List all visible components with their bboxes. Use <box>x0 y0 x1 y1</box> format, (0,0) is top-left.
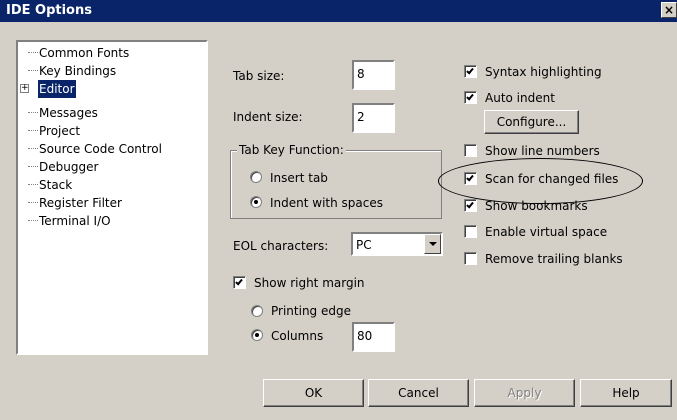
show-right-margin-checkbox[interactable] <box>233 276 246 289</box>
remove-trailing-blanks-label[interactable]: Remove trailing blanks <box>485 252 623 266</box>
tree-item-label: Key Bindings <box>39 64 117 78</box>
chevron-down-icon[interactable] <box>424 234 441 254</box>
ok-button[interactable]: OK <box>263 379 364 407</box>
scan-for-changed-files-label[interactable]: Scan for changed files <box>485 172 618 186</box>
check-icon <box>466 173 474 182</box>
tree-item-editor[interactable]: + Editor <box>18 80 204 98</box>
auto-indent-checkbox[interactable] <box>464 91 477 104</box>
show-bookmarks-label[interactable]: Show bookmarks <box>485 199 588 213</box>
insert-tab-label[interactable]: Insert tab <box>270 171 328 185</box>
scan-for-changed-files-checkbox[interactable] <box>464 172 477 185</box>
eol-characters-select[interactable]: PC <box>351 232 443 256</box>
configure-button[interactable]: Configure... <box>484 110 579 134</box>
configure-button-label: Configure... <box>496 115 567 129</box>
expand-icon[interactable]: + <box>20 84 29 93</box>
tab-size-label: Tab size: <box>233 69 285 83</box>
indent-with-spaces-radio[interactable] <box>250 196 262 208</box>
enable-virtual-space-checkbox[interactable] <box>464 225 477 238</box>
radio-selected-dot <box>254 200 258 204</box>
options-tree[interactable]: Common Fonts Key Bindings + Editor Messa… <box>16 40 208 355</box>
columns-radio[interactable] <box>251 329 263 341</box>
tree-item-project[interactable]: Project <box>18 122 204 140</box>
syntax-highlighting-checkbox[interactable] <box>464 65 477 78</box>
tree-connector <box>28 220 38 221</box>
tree-item-stack[interactable]: Stack <box>18 176 204 194</box>
show-right-margin-label[interactable]: Show right margin <box>254 276 365 290</box>
indent-size-input[interactable]: 2 <box>352 103 395 133</box>
tree-connector <box>28 202 38 203</box>
help-button[interactable]: Help <box>580 379 672 407</box>
check-icon <box>466 66 474 75</box>
close-button[interactable]: × <box>661 2 677 18</box>
syntax-highlighting-label[interactable]: Syntax highlighting <box>485 65 602 79</box>
printing-edge-label[interactable]: Printing edge <box>271 304 351 318</box>
cancel-button[interactable]: Cancel <box>368 379 469 407</box>
tree-item-label: Common Fonts <box>39 46 130 60</box>
tree-item-label: Stack <box>39 178 73 192</box>
tree-item-label: Terminal I/O <box>39 214 111 228</box>
tree-connector <box>28 70 38 71</box>
columns-input[interactable]: 80 <box>352 322 395 352</box>
tree-item-terminal-io[interactable]: Terminal I/O <box>18 212 204 230</box>
tree-connector <box>28 112 38 113</box>
tree-connector <box>28 52 38 53</box>
tree-item-label: Register Filter <box>39 196 122 210</box>
auto-indent-label[interactable]: Auto indent <box>485 91 555 105</box>
show-line-numbers-label[interactable]: Show line numbers <box>485 144 600 158</box>
tree-item-label: Editor <box>38 80 76 98</box>
check-icon <box>466 92 474 101</box>
tree-item-label: Source Code Control <box>39 142 162 156</box>
window-title: IDE Options <box>6 3 92 18</box>
radio-selected-dot <box>255 333 259 337</box>
enable-virtual-space-label[interactable]: Enable virtual space <box>485 225 607 239</box>
printing-edge-radio[interactable] <box>251 305 263 317</box>
columns-label[interactable]: Columns <box>271 329 323 343</box>
apply-button-label: Apply <box>507 386 542 400</box>
insert-tab-radio[interactable] <box>250 171 262 183</box>
close-icon: × <box>663 3 675 17</box>
check-icon <box>235 277 243 286</box>
tree-item-source-code-control[interactable]: Source Code Control <box>18 140 204 158</box>
tree-connector <box>28 130 38 131</box>
apply-button[interactable]: Apply <box>474 379 575 407</box>
ok-button-label: OK <box>304 386 323 400</box>
tree-item-debugger[interactable]: Debugger <box>18 158 204 176</box>
tab-size-input[interactable]: 8 <box>352 60 395 90</box>
tree-item-common-fonts[interactable]: Common Fonts <box>18 44 204 62</box>
tree-connector <box>28 166 38 167</box>
tree-connector <box>28 148 38 149</box>
remove-trailing-blanks-checkbox[interactable] <box>464 252 477 265</box>
tree-item-register-filter[interactable]: Register Filter <box>18 194 204 212</box>
show-bookmarks-checkbox[interactable] <box>464 199 477 212</box>
check-icon <box>466 200 474 209</box>
title-bar[interactable]: IDE Options × <box>0 0 677 22</box>
ide-options-dialog: IDE Options × Common Fonts Key Bindings … <box>0 0 677 420</box>
tree-item-label: Project <box>39 124 81 138</box>
eol-selected-value: PC <box>356 238 372 252</box>
tree-item-key-bindings[interactable]: Key Bindings <box>18 62 204 80</box>
tree-item-messages[interactable]: Messages <box>18 104 204 122</box>
cancel-button-label: Cancel <box>398 386 439 400</box>
tree-item-label: Debugger <box>39 160 99 174</box>
tree-connector <box>28 184 38 185</box>
eol-characters-label: EOL characters: <box>233 239 329 253</box>
help-button-label: Help <box>612 386 640 400</box>
indent-size-label: Indent size: <box>233 110 303 124</box>
tab-key-function-legend: Tab Key Function: <box>237 143 346 157</box>
tree-item-label: Messages <box>39 106 98 120</box>
show-line-numbers-checkbox[interactable] <box>464 144 477 157</box>
indent-with-spaces-label[interactable]: Indent with spaces <box>270 196 383 210</box>
